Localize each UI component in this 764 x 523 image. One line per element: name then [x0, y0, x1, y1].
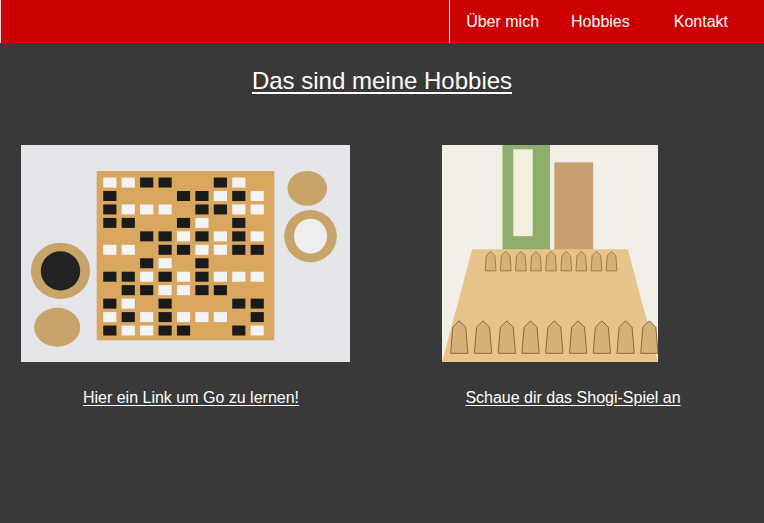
- main-nav: Über michHobbiesKontakt: [449, 0, 764, 43]
- content: Das sind meine Hobbies Hier ein Link um …: [0, 67, 764, 410]
- hobby-link[interactable]: Schaue dir das Shogi-Spiel an: [461, 386, 684, 410]
- hobby-link[interactable]: Hier ein Link um Go zu lernen!: [79, 386, 303, 410]
- nav-link[interactable]: Kontakt: [646, 10, 744, 34]
- nav-link[interactable]: Hobbies: [555, 10, 646, 34]
- hobby-link-row: Hier ein Link um Go zu lernen!: [0, 362, 382, 410]
- hobby-item: Hier ein Link um Go zu lernen!: [0, 145, 382, 410]
- hobby-list: Hier ein Link um Go zu lernen! Schaue dir…: [0, 145, 764, 410]
- page-title: Das sind meine Hobbies: [0, 67, 764, 96]
- go-photo: [21, 145, 350, 362]
- nav-link[interactable]: Über mich: [450, 10, 555, 34]
- top-bar: Über michHobbiesKontakt: [0, 0, 764, 43]
- hobby-link-row: Schaue dir das Shogi-Spiel an: [382, 362, 764, 410]
- shogi-photo: [442, 145, 658, 362]
- hobby-item: Schaue dir das Shogi-Spiel an: [382, 145, 764, 410]
